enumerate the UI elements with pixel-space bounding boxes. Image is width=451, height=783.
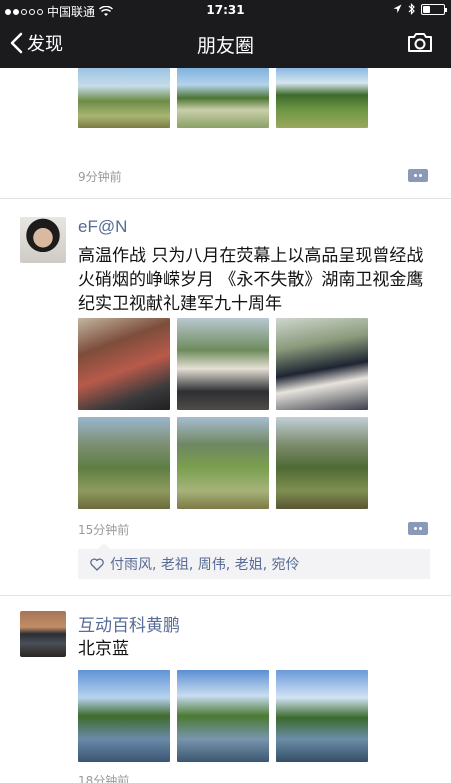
post-divider: [0, 198, 451, 199]
photo-grid: [78, 68, 368, 128]
moments-feed[interactable]: 9分钟前 eF@N 高温作战 只为八月在荧幕上以高品呈现曾经战火硝烟的峥嵘岁月 …: [0, 68, 451, 783]
photo-grid: [78, 318, 368, 509]
status-time: 17:31: [206, 3, 245, 17]
post-time: 18分钟前: [78, 774, 130, 783]
post-photo[interactable]: [276, 68, 368, 128]
nav-bar: 发现 朋友圈: [0, 20, 451, 68]
heart-icon: [90, 557, 104, 571]
status-right: [393, 3, 447, 15]
avatar[interactable]: [20, 217, 66, 263]
post-author[interactable]: 互动百科黄鹏: [78, 611, 180, 636]
like-names[interactable]: 付雨风, 老祖, 周伟, 老姐, 宛伶: [110, 554, 300, 574]
post-text: 高温作战 只为八月在荧幕上以高品呈现曾经战火硝烟的峥嵘岁月 《永不失散》湖南卫视…: [78, 246, 424, 314]
bluetooth-icon: [408, 3, 415, 15]
like-list: 付雨风, 老祖, 周伟, 老姐, 宛伶: [78, 543, 430, 579]
post-time: 9分钟前: [78, 170, 122, 184]
camera-icon[interactable]: [407, 32, 433, 53]
post-photo[interactable]: [78, 318, 170, 410]
page-title: 朋友圈: [196, 35, 254, 57]
comment-icon[interactable]: [408, 522, 428, 535]
comment-icon[interactable]: [408, 169, 428, 182]
post-text: 北京蓝: [78, 639, 129, 659]
post-photo[interactable]: [177, 417, 269, 509]
location-arrow-icon: [393, 4, 402, 13]
post-author[interactable]: eF@N: [78, 217, 127, 237]
post-photo[interactable]: [78, 417, 170, 509]
post-photo[interactable]: [276, 417, 368, 509]
post-time: 15分钟前: [78, 523, 130, 537]
post-divider: [0, 595, 451, 596]
post-photo[interactable]: [177, 318, 269, 410]
avatar[interactable]: [20, 611, 66, 657]
post-photo[interactable]: [177, 68, 269, 128]
battery-icon: [421, 3, 447, 15]
post-photo[interactable]: [78, 68, 170, 128]
post-photo[interactable]: [78, 670, 170, 762]
photo-grid: [78, 670, 368, 762]
post-photo[interactable]: [177, 670, 269, 762]
post-photo[interactable]: [276, 318, 368, 410]
post-photo[interactable]: [276, 670, 368, 762]
status-bar: 中国联通 17:31: [0, 0, 451, 20]
